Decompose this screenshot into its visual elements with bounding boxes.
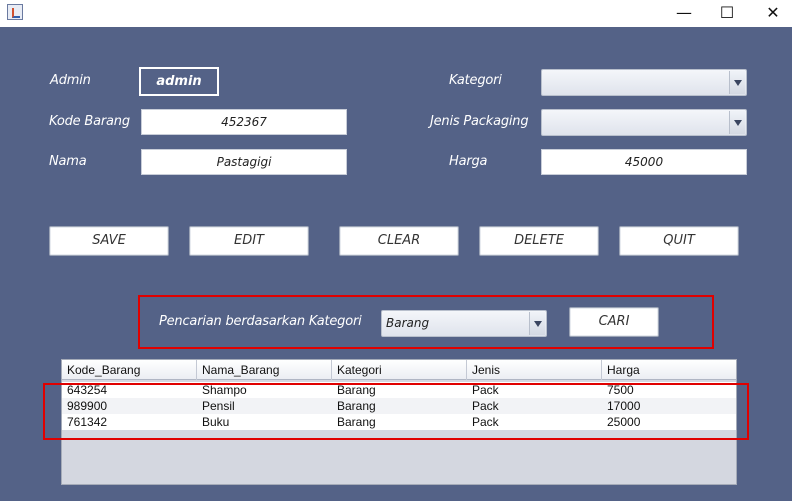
title-bar: — ☐ ✕ <box>0 0 792 27</box>
chevron-down-icon[interactable] <box>729 111 745 134</box>
quit-button[interactable]: QUIT <box>619 226 739 256</box>
minimize-button[interactable]: — <box>661 0 707 27</box>
close-button[interactable]: ✕ <box>750 0 792 27</box>
harga-label: Harga <box>449 154 488 169</box>
nama-field[interactable]: Pastagigi <box>141 149 347 175</box>
admin-label: Admin <box>50 73 91 88</box>
search-category-value: Barang <box>386 316 430 330</box>
main-panel: Admin admin Kode Barang 452367 Nama Past… <box>0 27 792 501</box>
cari-button[interactable]: CARI <box>569 307 659 337</box>
kategori-label: Kategori <box>449 73 502 88</box>
table-header: Kode_Barang Nama_Barang Kategori Jenis H… <box>62 360 736 380</box>
kode-barang-label: Kode Barang <box>49 114 130 129</box>
jenis-packaging-dropdown[interactable] <box>541 109 747 136</box>
chevron-down-icon[interactable] <box>529 312 545 335</box>
kategori-dropdown[interactable] <box>541 69 747 96</box>
delete-button[interactable]: DELETE <box>479 226 599 256</box>
save-button[interactable]: SAVE <box>49 226 169 256</box>
column-header-kategori[interactable]: Kategori <box>332 360 467 380</box>
edit-button[interactable]: EDIT <box>189 226 309 256</box>
chevron-down-icon[interactable] <box>729 71 745 94</box>
kode-barang-field[interactable]: 452367 <box>141 109 347 135</box>
admin-value: admin <box>139 67 219 96</box>
column-header-jenis[interactable]: Jenis <box>467 360 602 380</box>
column-header-nama-barang[interactable]: Nama_Barang <box>197 360 332 380</box>
maximize-button[interactable]: ☐ <box>704 0 750 27</box>
column-header-harga[interactable]: Harga <box>602 360 736 380</box>
clear-button[interactable]: CLEAR <box>339 226 459 256</box>
rows-highlight-box <box>43 383 749 440</box>
harga-field[interactable]: 45000 <box>541 149 747 175</box>
jenis-packaging-label: Jenis Packaging <box>430 114 529 129</box>
search-category-dropdown[interactable]: Barang <box>381 310 547 337</box>
java-app-icon <box>7 4 23 20</box>
search-label: Pencarian berdasarkan Kategori <box>159 314 362 329</box>
column-header-kode-barang[interactable]: Kode_Barang <box>62 360 197 380</box>
nama-label: Nama <box>49 154 87 169</box>
